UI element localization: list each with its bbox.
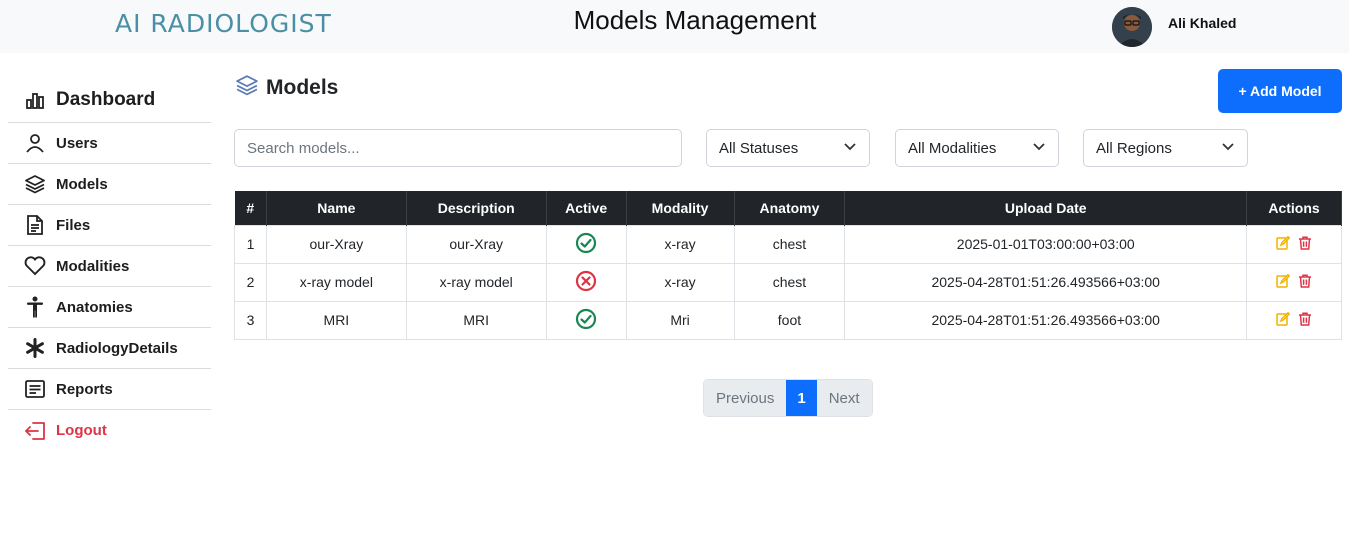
trash-icon[interactable]: [1298, 235, 1312, 250]
column-header[interactable]: Modality: [626, 191, 735, 225]
edit-icon[interactable]: [1276, 273, 1291, 288]
model-description: x-ray model: [405, 262, 547, 302]
x-circle-icon: [575, 270, 597, 295]
row-actions: [1246, 224, 1342, 264]
model-anatomy: foot: [733, 300, 846, 340]
sidebar-item-radiologydetails[interactable]: RadiologyDetails: [8, 328, 211, 369]
sidebar-item-label: Dashboard: [56, 89, 156, 110]
trash-icon[interactable]: [1298, 311, 1312, 326]
edit-icon[interactable]: [1276, 235, 1291, 250]
chevron-down-icon: [1221, 139, 1235, 157]
sidebar-item-files[interactable]: Files: [8, 205, 211, 246]
sidebar-item-modalities[interactable]: Modalities: [8, 246, 211, 287]
column-header: #: [234, 191, 267, 225]
user-icon: [24, 132, 46, 154]
status-filter-select[interactable]: All Statuses: [706, 129, 870, 167]
models-table: # Name Description Active Modality Anato…: [234, 191, 1342, 340]
page-title-text: Models: [266, 75, 339, 99]
model-modality: x-ray: [625, 224, 735, 264]
model-anatomy: chest: [733, 224, 846, 264]
column-header[interactable]: Active: [546, 191, 627, 225]
column-header[interactable]: Anatomy: [734, 191, 846, 225]
column-header: Actions: [1246, 191, 1342, 225]
file-text-icon: [24, 214, 46, 236]
sidebar-item-label: Files: [56, 216, 91, 234]
model-modality: x-ray: [625, 262, 735, 302]
model-anatomy: chest: [733, 262, 846, 302]
layers-icon: [236, 74, 258, 101]
avatar[interactable]: [1112, 7, 1152, 47]
model-description: MRI: [405, 300, 547, 340]
model-name: our-Xray: [265, 224, 407, 264]
heart-icon: [24, 255, 46, 277]
report-icon: [24, 378, 46, 400]
top-bar: AI RADIOLOGIST Models Management Ali Kha…: [0, 0, 1349, 53]
region-filter-select[interactable]: All Regions: [1083, 129, 1248, 167]
modality-filter-select[interactable]: All Modalities: [895, 129, 1059, 167]
column-header[interactable]: Description: [406, 191, 547, 225]
layers-icon: [24, 173, 46, 195]
next-page-button[interactable]: Next: [816, 380, 872, 416]
region-filter-value: All Regions: [1096, 139, 1172, 157]
sidebar-item-label: Anatomies: [56, 298, 133, 316]
row-index: 3: [234, 300, 267, 340]
trash-icon[interactable]: [1298, 273, 1312, 288]
active-status: [545, 300, 627, 340]
add-model-button[interactable]: + Add Model: [1218, 69, 1342, 113]
model-name: MRI: [265, 300, 407, 340]
row-index: 2: [234, 262, 267, 302]
sidebar-item-users[interactable]: Users: [8, 123, 211, 164]
sidebar-item-models[interactable]: Models: [8, 164, 211, 205]
chevron-down-icon: [843, 139, 857, 157]
upload-date: 2025-01-01T03:00:00+03:00: [844, 224, 1248, 264]
previous-page-button[interactable]: Previous: [704, 380, 787, 416]
sidebar-item-label: Models: [56, 175, 108, 193]
sidebar-item-label: Reports: [56, 380, 113, 398]
search-input[interactable]: [234, 129, 682, 167]
active-status: [545, 262, 627, 302]
pagination: Previous 1 Next: [703, 379, 873, 417]
table-row: 2 x-ray model x-ray model x-ray chest 20…: [234, 262, 1342, 302]
sidebar: Dashboard Users Models Files Modalities …: [8, 78, 211, 451]
table-header-row: # Name Description Active Modality Anato…: [234, 191, 1342, 225]
sidebar-item-anatomies[interactable]: Anatomies: [8, 287, 211, 328]
check-circle-icon: [575, 308, 597, 333]
upload-date: 2025-04-28T01:51:26.493566+03:00: [844, 300, 1248, 340]
model-description: our-Xray: [405, 224, 547, 264]
sidebar-item-label: Logout: [56, 422, 107, 439]
row-actions: [1246, 300, 1342, 340]
sidebar-item-logout[interactable]: Logout: [8, 410, 211, 451]
person-icon: [24, 296, 46, 318]
page-1-button[interactable]: 1: [786, 380, 817, 416]
row-index: 1: [234, 224, 267, 264]
page-title: Models: [236, 74, 338, 101]
status-filter-value: All Statuses: [719, 139, 799, 157]
model-name: x-ray model: [265, 262, 407, 302]
column-header[interactable]: Name: [266, 191, 407, 225]
table-row: 3 MRI MRI Mri foot 2025-04-28T01:51:26.4…: [234, 300, 1342, 340]
table-row: 1 our-Xray our-Xray x-ray chest 2025-01-…: [234, 224, 1342, 264]
edit-icon[interactable]: [1276, 311, 1291, 326]
upload-date: 2025-04-28T01:51:26.493566+03:00: [844, 262, 1248, 302]
check-circle-icon: [575, 232, 597, 257]
active-status: [545, 224, 627, 264]
column-header[interactable]: Upload Date: [844, 191, 1248, 225]
user-name[interactable]: Ali Khaled: [1168, 15, 1236, 31]
sidebar-item-label: RadiologyDetails: [56, 339, 178, 357]
chart-bar-icon: [24, 89, 46, 111]
sidebar-item-dashboard[interactable]: Dashboard: [8, 78, 211, 123]
asterisk-icon: [24, 337, 46, 359]
sidebar-item-label: Modalities: [56, 257, 130, 275]
modality-filter-value: All Modalities: [908, 139, 997, 157]
chevron-down-icon: [1032, 139, 1046, 157]
model-modality: Mri: [625, 300, 735, 340]
logout-icon: [24, 420, 46, 442]
sidebar-item-label: Users: [56, 134, 98, 152]
sidebar-item-reports[interactable]: Reports: [8, 369, 211, 410]
row-actions: [1246, 262, 1342, 302]
